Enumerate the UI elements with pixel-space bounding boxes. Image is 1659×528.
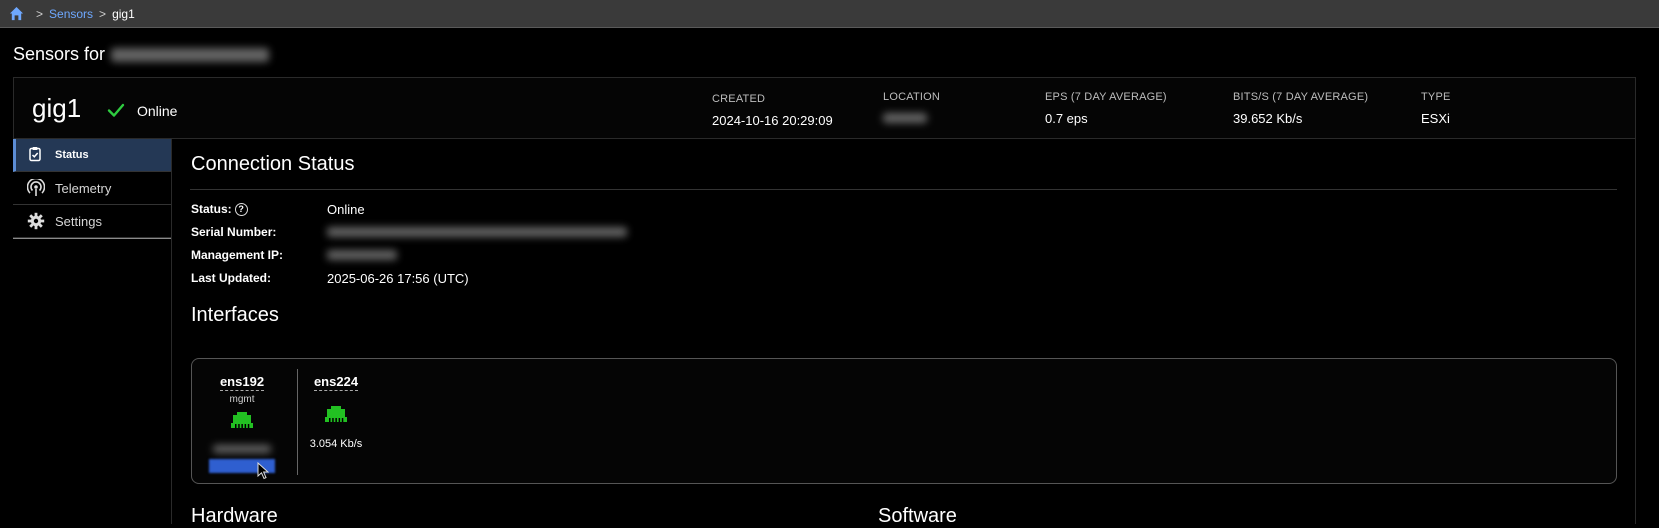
interface-role: mgmt	[229, 394, 255, 405]
management-ip-label: Management IP:	[191, 248, 284, 262]
section-divider	[190, 189, 1617, 190]
serial-number-label: Serial Number:	[191, 225, 277, 239]
meta-bits-label: BITS/S (7 DAY AVERAGE)	[1233, 91, 1369, 103]
sensor-summary-header: gig1 Online CREATED 2024-10-16 20:29:09 …	[13, 77, 1636, 139]
nav-item-label: Settings	[55, 213, 102, 229]
interface-ip	[197, 456, 287, 478]
gear-icon	[27, 212, 45, 230]
ethernet-port-icon	[197, 411, 287, 434]
hardware-title: Hardware	[191, 505, 278, 527]
redacted-location	[883, 113, 927, 123]
serial-number-value	[327, 225, 627, 240]
nav-item-telemetry[interactable]: Telemetry	[13, 172, 171, 205]
nav-item-label: Status	[55, 149, 89, 161]
meta-eps-value: 0.7 eps	[1045, 111, 1088, 126]
nav-item-status[interactable]: Status	[13, 139, 171, 172]
meta-eps-label: EPS (7 DAY AVERAGE)	[1045, 91, 1167, 103]
meta-location-value	[883, 111, 940, 126]
help-icon[interactable]: ?	[234, 203, 248, 217]
meta-bits-value: 39.652 Kb/s	[1233, 111, 1303, 126]
redacted-organization-name	[111, 47, 270, 62]
management-ip-value	[327, 248, 397, 263]
interface-name: ens192	[219, 374, 265, 391]
meta-type-label: TYPE	[1421, 91, 1451, 103]
meta-location-label: LOCATION	[883, 91, 941, 103]
sensor-status: Online	[137, 103, 178, 119]
meta-created: CREATED 2024-10-16 20:29:09	[712, 93, 833, 128]
redacted-interface-rate	[213, 445, 271, 453]
interface-ens192[interactable]: ens192 mgmt	[197, 373, 287, 478]
interface-rate: 3.054 Kb/s	[309, 438, 363, 450]
connection-status-title: Connection Status	[191, 153, 355, 175]
breadcrumb-separator: >	[99, 6, 107, 21]
meta-type: TYPE ESXi	[1421, 91, 1451, 126]
breadcrumb-current: gig1	[112, 6, 135, 21]
page-title: Sensors for	[13, 44, 270, 65]
home-icon[interactable]	[9, 6, 24, 21]
ethernet-port-icon	[291, 405, 381, 428]
sensor-side-nav: Status Telemetry Settings	[13, 139, 171, 239]
last-updated-label: Last Updated:	[191, 271, 272, 285]
meta-type-value: ESXi	[1421, 111, 1450, 126]
clipboard-check-icon	[27, 146, 45, 164]
nav-item-settings[interactable]: Settings	[13, 205, 171, 238]
status-label-text: Status:	[191, 202, 232, 216]
meta-bits: BITS/S (7 DAY AVERAGE) 39.652 Kb/s	[1233, 91, 1368, 126]
status-label: Status:?	[191, 202, 248, 217]
redacted-serial-number	[327, 227, 627, 237]
status-value: Online	[327, 202, 365, 217]
interfaces-panel: ens192 mgmt ens224 3.054 Kb/s	[191, 358, 1617, 484]
interface-name: ens224	[313, 374, 359, 391]
meta-location: LOCATION	[883, 91, 940, 126]
breadcrumb: > Sensors > gig1	[0, 0, 1659, 28]
last-updated-value: 2025-06-26 17:56 (UTC)	[327, 271, 469, 286]
breadcrumb-separator: >	[36, 6, 44, 21]
meta-created-value: 2024-10-16 20:29:09	[712, 113, 833, 128]
sensor-name: gig1	[32, 93, 82, 123]
breadcrumb-sensors-link[interactable]: Sensors	[49, 7, 93, 21]
redacted-management-ip	[327, 250, 397, 260]
software-title: Software	[878, 505, 957, 527]
interface-ens224[interactable]: ens224 3.054 Kb/s	[291, 373, 381, 450]
check-icon	[107, 103, 125, 117]
nav-item-label: Telemetry	[55, 180, 112, 196]
mouse-cursor-icon	[257, 462, 269, 480]
interfaces-title: Interfaces	[191, 304, 279, 326]
page-title-text: Sensors for	[13, 44, 106, 64]
interface-rate	[197, 444, 287, 456]
meta-eps: EPS (7 DAY AVERAGE) 0.7 eps	[1045, 91, 1167, 126]
status-panel: Connection Status Status:? Online Serial…	[171, 139, 1636, 527]
antenna-icon	[27, 179, 45, 197]
meta-created-label: CREATED	[712, 93, 766, 105]
